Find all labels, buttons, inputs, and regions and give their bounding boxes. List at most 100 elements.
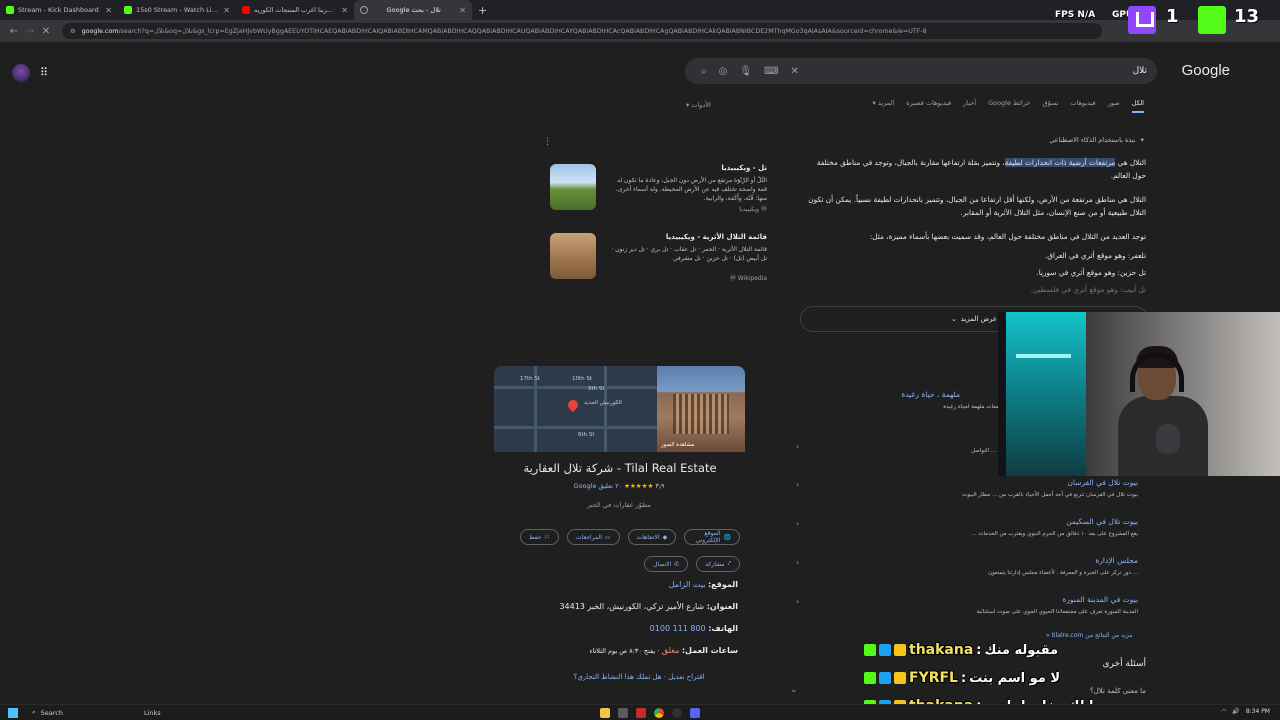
location-link[interactable]: بيت الزامل [669, 580, 706, 589]
stop-loading-icon[interactable]: ✕ [38, 26, 54, 37]
taskbar-search-label: Search [40, 708, 63, 717]
site-link-row[interactable]: ‹ بيوت في المدينة المنورة المدينة المنور… [796, 595, 1138, 629]
keyboard-icon[interactable]: ⌨ [764, 66, 778, 77]
chevron-down-icon[interactable]: ⌄ [790, 685, 798, 695]
chevron-left-icon[interactable]: ‹ [796, 480, 799, 489]
fps-counter: FPS N/A [1055, 10, 1095, 20]
tools-button[interactable]: ▾ الأدوات [686, 101, 711, 109]
youtube-favicon-icon [242, 6, 250, 14]
chevron-left-icon[interactable]: ‹ [796, 558, 799, 567]
site-link-row[interactable]: ‹ بيوت تلال في الفرسان بيوت تلال في الفر… [796, 478, 1138, 512]
tab-short-videos[interactable]: فيديوهات قصيرة [906, 99, 951, 113]
search-icon: ⌕ [32, 708, 36, 716]
clock[interactable]: 8:34 PM [1246, 708, 1270, 715]
reviews-link[interactable]: ٢٠ تعليق Google [574, 482, 623, 490]
review-icon: ▭ [604, 533, 611, 541]
search-icon[interactable]: ⌕ [701, 66, 707, 77]
result-title[interactable]: بيوت تلال في الفرسان [1067, 478, 1138, 487]
business-hours[interactable]: ساعات العمل: مغلق · يفتح ٨:٣٠ ص يوم الثل… [540, 646, 738, 655]
app-icon[interactable] [618, 708, 628, 718]
chevron-left-icon[interactable]: ‹ [796, 519, 799, 528]
app-icon[interactable] [636, 708, 646, 718]
taskbar-links-toolbar[interactable]: Links [144, 709, 161, 717]
chevron-left-icon[interactable]: ‹ [796, 597, 799, 606]
chat-message: thakana : مقبوله منك [864, 636, 1058, 664]
kick-badge-icon [864, 672, 876, 684]
more-options-icon[interactable]: ⋮ [543, 137, 552, 147]
more-results-link[interactable]: مزيد من النتائج من tilalre.com » [1046, 632, 1132, 639]
volume-icon[interactable]: 🔊 [1232, 708, 1239, 715]
tab-shopping[interactable]: تسوّق [1042, 99, 1058, 113]
close-tab-icon[interactable]: ✕ [341, 6, 348, 15]
tab-images[interactable]: صور [1108, 99, 1120, 113]
site-info-icon[interactable]: ⚙ [70, 28, 76, 35]
overlay-counter: 13 [1234, 6, 1260, 27]
tab-all[interactable]: الكل [1131, 99, 1144, 113]
close-tab-icon[interactable]: ✕ [223, 6, 230, 15]
source-card[interactable]: قائمة التلال الأثرية - ويكيبيديا قائمة ا… [548, 233, 773, 289]
source-title: تل - ويكيبيديا [721, 164, 767, 172]
wifi-icon[interactable]: ◠ [1221, 708, 1226, 715]
microphone-icon[interactable]: 🎙 [739, 66, 752, 77]
result-title[interactable]: ملهمة ، حياة رغيدة [901, 390, 960, 399]
chrome-icon[interactable] [654, 708, 664, 718]
share-button[interactable]: ⤤ مشاركة [696, 556, 740, 572]
chevron-left-icon[interactable]: ‹ [796, 442, 799, 451]
info-label: العنوان: [706, 602, 738, 611]
save-button[interactable]: ⚐ حفظ [520, 529, 559, 545]
taskbar-search[interactable]: ⌕ Search [32, 708, 132, 717]
tab-news[interactable]: أخبار [963, 99, 976, 113]
result-title[interactable]: مجلس الإدارة [1095, 556, 1138, 565]
tab-title: جربنا اغرب المنتجات الكوريه 😨👀 [254, 6, 337, 14]
google-apps-grid-icon[interactable]: ⠿ [40, 66, 48, 79]
source-site: Ⓦ Wikipedia [729, 275, 767, 282]
result-title[interactable]: بيوت تلال في السكيمن [1066, 517, 1138, 526]
lens-camera-icon[interactable]: ◎ [719, 66, 728, 77]
share-label: مشاركة [705, 560, 725, 568]
account-avatar[interactable] [12, 64, 30, 82]
people-also-ask-question[interactable]: ما معنى كلمة تلال؟ [1090, 687, 1146, 695]
url-bar[interactable]: ⚙ google.com/search?q=تلال&oq=تلال&gs_lc… [62, 23, 1102, 39]
discord-icon[interactable] [690, 708, 700, 718]
browser-tab[interactable]: Stream - Kick Dashboard ✕ [0, 0, 118, 20]
business-map[interactable]: 17th St 10th St 9th St 6th St الكورنيش ا… [494, 366, 657, 452]
browser-tab-active[interactable]: تلال - بحث Google ✕ [354, 0, 472, 20]
suggest-edit-link[interactable]: اقتراح تعديل · هل تملك هذا النشاط التجار… [540, 673, 738, 681]
google-logo[interactable]: Google [1182, 62, 1230, 79]
close-tab-icon[interactable]: ✕ [105, 6, 112, 15]
file-explorer-icon[interactable] [600, 708, 610, 718]
site-link-row[interactable]: ‹ بيوت تلال في السكيمن يقع المشروع على ب… [796, 517, 1138, 551]
business-photo[interactable]: مشاهدة الصور [657, 366, 745, 452]
loading-favicon-icon [360, 6, 368, 14]
reviews-button[interactable]: ▭ المراجعات [566, 529, 620, 545]
result-title[interactable]: بيوت في المدينة المنورة [1062, 595, 1138, 604]
forward-arrow-icon[interactable]: → [22, 26, 38, 37]
kick-favicon-icon [6, 6, 14, 14]
windows-start-icon[interactable] [8, 707, 18, 718]
call-button[interactable]: ✆ الاتصال [644, 556, 689, 572]
directions-icon: ◆ [662, 533, 668, 541]
phone-link[interactable]: 800 111 0100 [650, 624, 706, 633]
back-arrow-icon[interactable]: ← [6, 26, 22, 37]
browser-tab[interactable]: 15s0 Stream - Watch Live on K ✕ [118, 0, 236, 20]
tab-title: تلال - بحث Google [386, 6, 441, 14]
obs-icon[interactable] [672, 708, 682, 718]
tab-more[interactable]: المزيد ▾ [873, 99, 895, 113]
directions-button[interactable]: ◆ الاتجاهات [627, 529, 677, 545]
source-card[interactable]: تل - ويكيبيديا التَّلّ أو الرَّبْوَة مرت… [548, 164, 773, 220]
list-item: تل أبيب: وهو موقع أثري في فلسطين. [1030, 285, 1146, 294]
tab-maps[interactable]: خرائط Google [988, 99, 1030, 113]
close-tab-icon[interactable]: ✕ [459, 6, 466, 15]
tab-videos[interactable]: فيديوهات [1070, 99, 1095, 113]
search-input[interactable] [804, 66, 1147, 76]
new-tab-button[interactable]: + [478, 4, 487, 17]
photo-caption: مشاهدة الصور [661, 442, 695, 448]
clear-search-icon[interactable]: ✕ [790, 66, 798, 77]
website-button[interactable]: 🌐 الموقع الإلكتروني [684, 529, 740, 545]
browser-tab[interactable]: جربنا اغرب المنتجات الكوريه 😨👀 ✕ [236, 0, 354, 20]
info-label: الموقع: [707, 580, 738, 589]
tab-more-label: المزيد [877, 99, 895, 107]
call-label: الاتصال [653, 560, 672, 568]
site-link-row[interactable]: ‹ مجلس الإدارة ... دور تركز على الخبرة و… [796, 556, 1138, 590]
search-bar[interactable]: ✕ ⌨ 🎙 ◎ ⌕ [685, 58, 1157, 84]
